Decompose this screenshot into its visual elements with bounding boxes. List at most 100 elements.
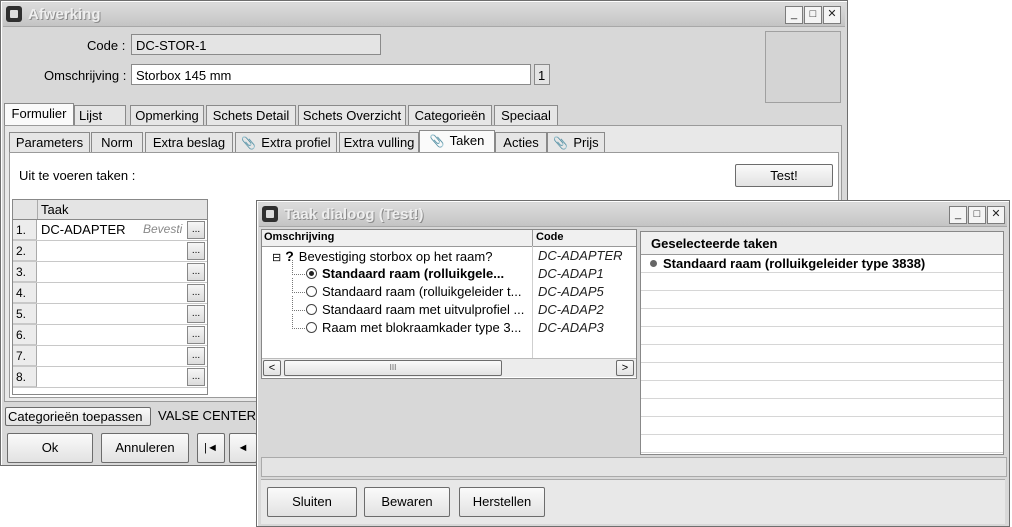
radio-icon[interactable] bbox=[306, 322, 317, 334]
table-row[interactable]: 6.... bbox=[13, 325, 207, 346]
dialog-maximize-icon[interactable]: □ bbox=[968, 206, 986, 224]
selected-header: Geselecteerde taken bbox=[641, 232, 1003, 255]
sluiten-button[interactable]: Sluiten bbox=[267, 487, 357, 517]
list-item bbox=[641, 435, 1003, 453]
selected-tasks-panel: Geselecteerde taken Standaard raam (roll… bbox=[640, 231, 1004, 455]
code-field[interactable]: DC-STOR-1 bbox=[131, 34, 381, 55]
code-col-divider bbox=[532, 246, 533, 358]
minimize-icon[interactable]: _ bbox=[785, 6, 803, 24]
tree-item-code: DC-ADAPTER bbox=[538, 248, 623, 263]
table-row[interactable]: 5.... bbox=[13, 304, 207, 325]
tree-option-item[interactable]: Standaard raam (rolluikgeleider t... bbox=[292, 278, 522, 299]
col-code-header: Code bbox=[536, 231, 564, 243]
scroll-left-button[interactable]: < bbox=[263, 360, 281, 376]
row-lookup-button[interactable]: ... bbox=[187, 305, 205, 323]
main-titlebar[interactable]: Afwerking _ □ ✕ bbox=[3, 3, 845, 27]
tab-categorieen[interactable]: Categorieën bbox=[408, 105, 492, 125]
row-lookup-button[interactable]: ... bbox=[187, 221, 205, 239]
test-button[interactable]: Test! bbox=[735, 164, 833, 187]
tree-option-item[interactable]: Standaard raam (rolluikgele... bbox=[292, 260, 504, 281]
row-number: 2. bbox=[13, 241, 37, 261]
subtab-acties[interactable]: Acties bbox=[495, 132, 547, 152]
table-row[interactable]: 2.... bbox=[13, 241, 207, 262]
radio-icon[interactable] bbox=[306, 286, 317, 298]
list-item bbox=[641, 363, 1003, 381]
omschrijving-field[interactable]: Storbox 145 mm bbox=[131, 64, 531, 85]
subtab-extra-profiel-label: Extra profiel bbox=[261, 135, 331, 150]
row-lookup-button[interactable]: ... bbox=[187, 263, 205, 281]
tab-schets-overzicht[interactable]: Schets Overzicht bbox=[298, 105, 406, 125]
task-tree-panel: Omschrijving Code ⊟? Bevestiging storbox … bbox=[261, 229, 637, 379]
nav-first-button[interactable]: |◄ bbox=[197, 433, 225, 463]
tree-connector bbox=[292, 260, 305, 275]
scroll-right-button[interactable]: > bbox=[616, 360, 634, 376]
horizontal-scrollbar[interactable]: < III > bbox=[262, 358, 636, 377]
nav-prev-button[interactable]: ◄ bbox=[229, 433, 257, 463]
categorieen-toepassen-button[interactable]: Categorieën toepassen bbox=[5, 407, 151, 426]
tab-formulier[interactable]: Formulier bbox=[4, 103, 74, 125]
ok-button-label: Ok bbox=[41, 440, 59, 455]
taken-grid: Taak 1. DC-ADAPTER Bevesti... 2.... 3.... 4..… bbox=[12, 199, 208, 395]
table-row[interactable]: 7.... bbox=[13, 346, 207, 367]
tab-lijst[interactable]: Lijst bbox=[74, 105, 126, 125]
row-number: 5. bbox=[13, 304, 37, 324]
list-item[interactable]: Standaard raam (rolluikgeleider type 383… bbox=[641, 255, 1003, 273]
tree-item-code: DC-ADAP5 bbox=[538, 284, 604, 299]
tree-connector bbox=[292, 296, 305, 311]
tree-option-item[interactable]: Standaard raam met uitvulprofiel ... bbox=[292, 296, 524, 317]
close-icon[interactable]: ✕ bbox=[823, 6, 841, 24]
collapse-icon[interactable]: ⊟ bbox=[272, 252, 281, 264]
list-item bbox=[641, 327, 1003, 345]
dialog-status-bar bbox=[261, 457, 1007, 477]
table-row[interactable]: 8.... bbox=[13, 367, 207, 388]
row-lookup-button[interactable]: ... bbox=[187, 284, 205, 302]
subtab-prijs-label: Prijs bbox=[573, 135, 599, 150]
maximize-icon[interactable]: □ bbox=[804, 6, 822, 24]
radio-icon[interactable] bbox=[306, 304, 317, 316]
grid-header-row: Taak bbox=[13, 200, 207, 220]
image-preview-box bbox=[765, 31, 841, 103]
subtab-parameters[interactable]: Parameters bbox=[9, 132, 90, 152]
row-number: 7. bbox=[13, 346, 37, 366]
bewaren-button[interactable]: Bewaren bbox=[364, 487, 450, 517]
selected-task-label: Standaard raam (rolluikgeleider type 383… bbox=[663, 256, 926, 271]
tree-item-code: DC-ADAP3 bbox=[538, 320, 604, 335]
dialog-titlebar[interactable]: Taak dialoog (Test!) _ □ ✕ bbox=[259, 203, 1007, 227]
tree-item-code: DC-ADAP1 bbox=[538, 266, 604, 281]
tree-connector bbox=[292, 278, 305, 293]
table-row[interactable]: 1. DC-ADAPTER Bevesti... bbox=[13, 220, 207, 241]
subtab-prijs[interactable]: 📎 Prijs bbox=[547, 132, 605, 152]
ok-button[interactable]: Ok bbox=[7, 433, 93, 463]
dialog-close-icon[interactable]: ✕ bbox=[987, 206, 1005, 224]
subtab-taken[interactable]: 📎 Taken bbox=[419, 130, 495, 152]
list-item bbox=[641, 417, 1003, 435]
tree-question-item[interactable]: ⊟? Bevestiging storbox op het raam? bbox=[272, 248, 492, 264]
dialog-minimize-icon[interactable]: _ bbox=[949, 206, 967, 224]
row-number: 6. bbox=[13, 325, 37, 345]
annuleren-button[interactable]: Annuleren bbox=[101, 433, 189, 463]
tree-option-item[interactable]: Raam met blokraamkader type 3... bbox=[292, 314, 521, 335]
row-number: 1. bbox=[13, 220, 37, 240]
tree-header: Omschrijving Code bbox=[262, 230, 636, 247]
radio-icon[interactable] bbox=[306, 268, 317, 280]
tab-opmerking[interactable]: Opmerking bbox=[130, 105, 204, 125]
subtab-norm[interactable]: Norm bbox=[91, 132, 143, 152]
subtab-extra-beslag[interactable]: Extra beslag bbox=[145, 132, 233, 152]
list-item bbox=[641, 381, 1003, 399]
tab-schets-detail[interactable]: Schets Detail bbox=[206, 105, 296, 125]
omschrijving-count-badge: 1 bbox=[534, 64, 550, 85]
scroll-thumb[interactable]: III bbox=[284, 360, 502, 376]
tab-speciaal[interactable]: Speciaal bbox=[494, 105, 558, 125]
herstellen-button[interactable]: Herstellen bbox=[459, 487, 545, 517]
row-lookup-button[interactable]: ... bbox=[187, 242, 205, 260]
row-lookup-button[interactable]: ... bbox=[187, 368, 205, 386]
table-row[interactable]: 3.... bbox=[13, 262, 207, 283]
list-item bbox=[641, 399, 1003, 417]
table-row[interactable]: 4.... bbox=[13, 283, 207, 304]
subtab-extra-vulling[interactable]: Extra vulling bbox=[339, 132, 419, 152]
subtab-taken-label: Taken bbox=[449, 133, 485, 148]
subtab-extra-profiel[interactable]: 📎 Extra profiel bbox=[235, 132, 337, 152]
row-lookup-button[interactable]: ... bbox=[187, 326, 205, 344]
row-lookup-button[interactable]: ... bbox=[187, 347, 205, 365]
tree-item-label: Standaard raam (rolluikgeleider t... bbox=[322, 284, 522, 299]
